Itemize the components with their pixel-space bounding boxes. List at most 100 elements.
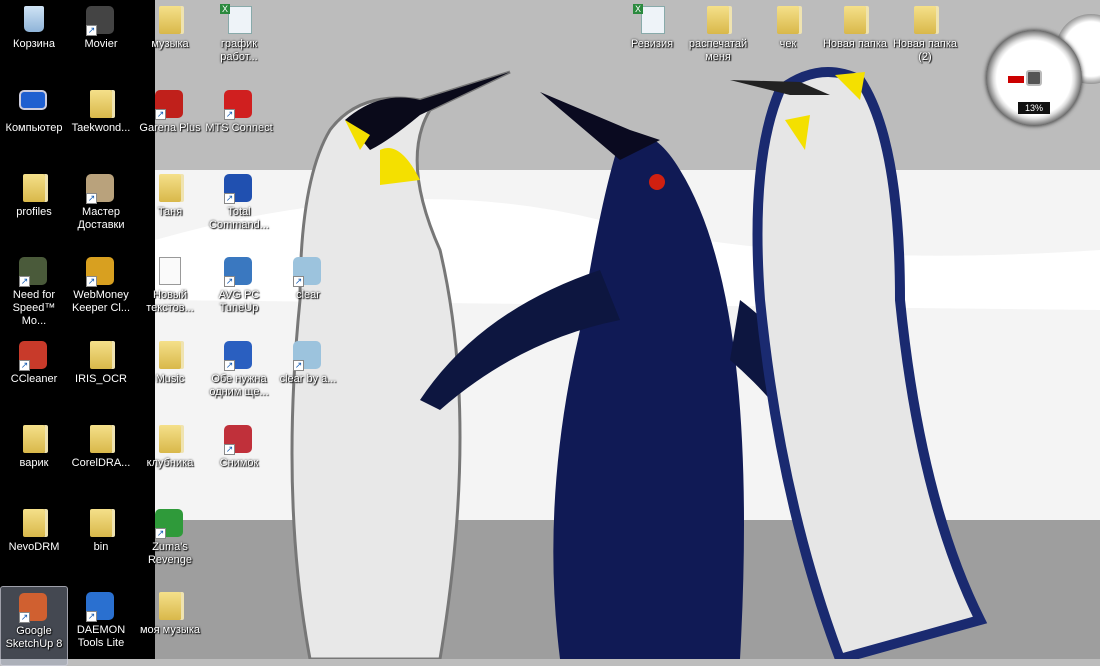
- shortcut-arrow-icon: ↗: [293, 360, 304, 371]
- folder-icon: [910, 6, 940, 36]
- desktop-icon[interactable]: ↗ Total Command...: [205, 168, 273, 248]
- desktop-icon[interactable]: profiles: [0, 168, 68, 248]
- folder-icon: [773, 6, 803, 36]
- desktop-icon-label: bin: [93, 541, 109, 553]
- folder-icon: [155, 6, 185, 36]
- desktop-icon-label: Корзина: [13, 38, 55, 50]
- desktop-icon-label: profiles: [16, 206, 52, 218]
- app-icon: ↗: [155, 509, 185, 539]
- desktop-icon-label: NevoDRM: [8, 541, 60, 553]
- folder-icon: [19, 174, 49, 204]
- desktop-icon[interactable]: ↗ CCleaner: [0, 335, 68, 415]
- desktop-icon[interactable]: клубника: [136, 419, 204, 499]
- app-icon: ↗: [224, 341, 254, 371]
- desktop-icon-label: музыка: [151, 38, 189, 50]
- desktop-icon[interactable]: Компьютер: [0, 84, 68, 164]
- gauge-hub: [1026, 70, 1042, 86]
- desktop-icon-label: DAEMON Tools Lite: [76, 624, 126, 649]
- app-icon: ↗: [293, 257, 323, 287]
- desktop-icon[interactable]: Taekwond...: [67, 84, 135, 164]
- desktop-icon[interactable]: Music: [136, 335, 204, 415]
- desktop-icon[interactable]: ↗ Обе нужна одним ще...: [205, 335, 273, 415]
- folder-icon: [19, 425, 49, 455]
- desktop-icon-label: Таня: [157, 206, 183, 218]
- app-icon: ↗: [224, 90, 254, 120]
- desktop-icon[interactable]: Новый текстов...: [136, 251, 204, 331]
- folder-icon: [86, 90, 116, 120]
- desktop-icon[interactable]: bin: [67, 503, 135, 583]
- app-icon: ↗: [19, 341, 49, 371]
- desktop-icon-label: Снимок: [219, 457, 259, 469]
- desktop-icon-label: clear by a...: [279, 373, 337, 385]
- desktop-icon[interactable]: Ревизия: [618, 0, 686, 80]
- desktop-icon-label: Music: [155, 373, 185, 385]
- desktop-icon-label: Total Command...: [209, 206, 269, 231]
- desktop-icon[interactable]: ↗ Снимок: [205, 419, 273, 499]
- desktop-icon[interactable]: ↗ Need for Speed™ Mo...: [0, 251, 68, 331]
- desktop-icon[interactable]: музыка: [136, 0, 204, 80]
- folder-icon: [86, 509, 116, 539]
- cpu-usage-value: 13%: [1018, 102, 1050, 114]
- app-icon: ↗: [293, 341, 323, 371]
- app-icon: ↗: [224, 174, 254, 204]
- desktop-icon-label: клубника: [146, 457, 194, 469]
- cpu-meter-gadget[interactable]: 13%: [986, 30, 1082, 126]
- desktop-icon[interactable]: ↗ MTS Connect: [205, 84, 273, 164]
- desktop-icon-label: Google SketchUp 8: [5, 625, 63, 650]
- folder-icon: [840, 6, 870, 36]
- folder-icon: [155, 425, 185, 455]
- shortcut-arrow-icon: ↗: [224, 109, 235, 120]
- desktop-icon[interactable]: распечатай меня: [684, 0, 752, 80]
- desktop-icon-label: Movier: [84, 38, 118, 50]
- desktop-icon[interactable]: Новая папка (2): [891, 0, 959, 80]
- shortcut-arrow-icon: ↗: [19, 276, 30, 287]
- app-icon: ↗: [86, 257, 116, 287]
- desktop-icon-label: Новая папка (2): [892, 38, 958, 63]
- desktop-icon[interactable]: моя музыка: [136, 586, 204, 666]
- desktop-icon[interactable]: ↗ Мастер Доставки: [67, 168, 135, 248]
- desktop-icon-label: распечатай меня: [688, 38, 748, 63]
- desktop-icon[interactable]: ↗ Garena Plus: [136, 84, 204, 164]
- desktop-icon-label: clear: [296, 289, 320, 301]
- desktop-icon[interactable]: ↗ clear by a...: [274, 335, 342, 415]
- desktop-icon-label: Новая папка: [822, 38, 888, 50]
- desktop-icon[interactable]: ↗ DAEMON Tools Lite: [67, 586, 135, 666]
- desktop-icon[interactable]: варик: [0, 419, 68, 499]
- app-icon: ↗: [86, 174, 116, 204]
- desktop-icon[interactable]: чек: [754, 0, 822, 80]
- desktop-icon-label: IRIS_OCR: [75, 373, 127, 385]
- desktop-icon[interactable]: IRIS_OCR: [67, 335, 135, 415]
- desktop-icon[interactable]: Таня: [136, 168, 204, 248]
- shortcut-arrow-icon: ↗: [224, 276, 235, 287]
- desktop-icon[interactable]: NevoDRM: [0, 503, 68, 583]
- app-icon: ↗: [86, 592, 116, 622]
- folder-icon: [155, 341, 185, 371]
- folder-icon: [155, 592, 185, 622]
- app-icon: ↗: [19, 257, 49, 287]
- desktop-icon[interactable]: ↗ WebMoney Keeper Cl...: [67, 251, 135, 331]
- shortcut-arrow-icon: ↗: [224, 360, 235, 371]
- shortcut-arrow-icon: ↗: [224, 193, 235, 204]
- desktop-icon-label: Garena Plus: [139, 122, 201, 134]
- app-icon: ↗: [86, 6, 116, 36]
- desktop-icon[interactable]: Новая папка: [821, 0, 889, 80]
- desktop-icon[interactable]: CorelDRA...: [67, 419, 135, 499]
- desktop-icon-label: варик: [19, 457, 49, 469]
- desktop-icon[interactable]: ↗ AVG PC TuneUp: [205, 251, 273, 331]
- desktop-icon[interactable]: ↗ Google SketchUp 8: [0, 586, 68, 666]
- desktop-icon-label: Need for Speed™ Mo...: [12, 289, 56, 327]
- desktop-icon[interactable]: ↗ Movier: [67, 0, 135, 80]
- desktop-icon-label: Новый текстов...: [146, 289, 194, 314]
- desktop-icon[interactable]: ↗ Zuma's Revenge: [136, 503, 204, 583]
- desktop-icon[interactable]: ↗ clear: [274, 251, 342, 331]
- desktop-icon-label: WebMoney Keeper Cl...: [71, 289, 131, 314]
- app-icon: ↗: [19, 593, 49, 623]
- shortcut-arrow-icon: ↗: [293, 276, 304, 287]
- doc-icon: [155, 257, 185, 287]
- shortcut-arrow-icon: ↗: [19, 612, 30, 623]
- desktop-icon-label: AVG PC TuneUp: [218, 289, 260, 314]
- desktop-icon-label: CCleaner: [10, 373, 58, 385]
- desktop-icon[interactable]: график работ...: [205, 0, 273, 80]
- desktop-icon-label: MTS Connect: [205, 122, 273, 134]
- desktop-icon[interactable]: Корзина: [0, 0, 68, 80]
